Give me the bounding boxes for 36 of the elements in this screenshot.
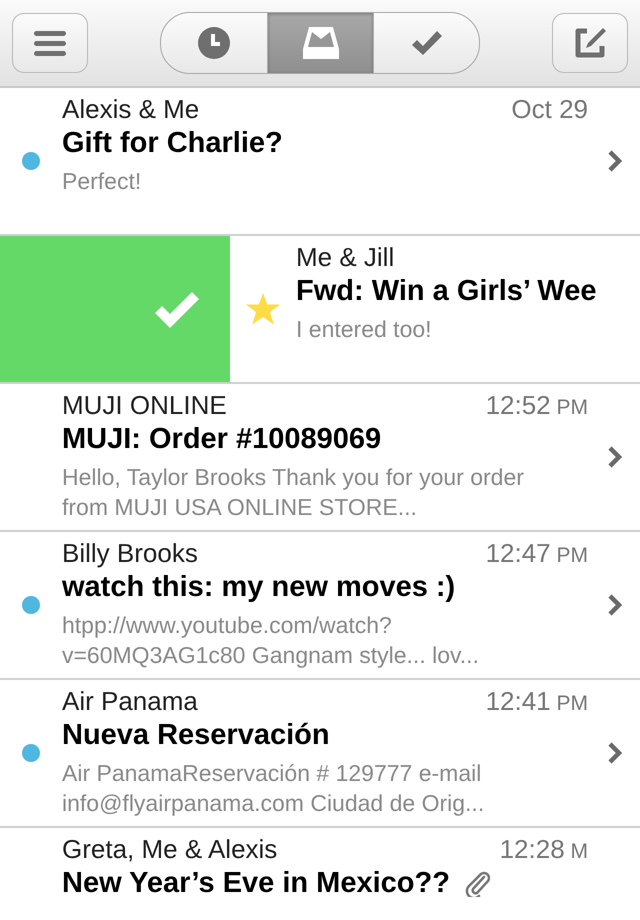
- message-time: 12:52 PM: [486, 390, 588, 421]
- message-row[interactable]: Greta, Me & Alexis 12:28 M New Year’s Eve in Mexico??: [0, 828, 640, 918]
- message-subject: Fwd: Win a Girls’ Wee: [296, 275, 597, 308]
- menu-icon: [34, 30, 66, 56]
- tab[interactable]: [267, 13, 373, 73]
- message-preview: Perfect!: [62, 167, 142, 196]
- message-preview: Hello, Taylor Brooks Thank you for your order from MUJI USA ONLINE STORE...: [62, 463, 525, 522]
- message-time: 12:28 M: [500, 834, 588, 865]
- sender-name: MUJI ONLINE: [62, 390, 227, 421]
- message-time: Oct 29: [511, 94, 588, 125]
- sender-name: Alexis & Me: [62, 94, 200, 125]
- message-time: 12:41 PM: [486, 686, 588, 717]
- message-row[interactable]: Me & Jill Fwd: Win a Girls’ Wee I entered too!: [0, 236, 640, 384]
- message-subject: Nueva Reservación: [62, 719, 330, 752]
- message-preview: Air PanamaReservación # 129777 e-mail info@flyairpanama.com Ciudad de Orig...: [62, 759, 486, 818]
- message-preview: htpp://www.youtube.com/watch?v=60MQ3AG1c80 Gangnam style... lov...: [62, 611, 480, 670]
- message-preview: I entered too!: [296, 315, 433, 344]
- message-row[interactable]: MUJI ONLINE 12:52 PM MUJI: Order #10089069 Hello, Taylor Brooks Thank you for your order from MUJI USA ONLINE STORE...: [0, 384, 640, 532]
- checkmark-icon: [410, 29, 444, 57]
- sender-name: Greta, Me & Alexis: [62, 834, 278, 865]
- inbox-tray-icon: [302, 26, 340, 60]
- message-subject: MUJI: Order #10089069: [62, 423, 382, 456]
- message-subject: Gift for Charlie?: [62, 127, 283, 160]
- sender-name: Air Panama: [62, 686, 198, 717]
- compose-icon: [573, 26, 607, 60]
- sender-name: Me & Jill: [296, 242, 394, 273]
- message-row[interactable]: Billy Brooks 12:47 PM watch this: my new moves :) htpp://www.youtube.com/watch?v=60MQ3AG1c80 Gangnam style... lov...: [0, 532, 640, 680]
- checkmark-icon: [154, 290, 200, 328]
- compose-button[interactable]: [552, 13, 628, 73]
- sender-name: Billy Brooks: [62, 538, 198, 569]
- clock-icon: [197, 26, 231, 60]
- menu-button[interactable]: [12, 13, 88, 73]
- message-row[interactable]: Air Panama 12:41 PM Nueva Reservación Air PanamaReservación # 129777 e-mail info@flyairpanama.com Ciudad de Orig...: [0, 680, 640, 828]
- message-time: 12:47 PM: [486, 538, 588, 569]
- message-subject: watch this: my new moves :): [62, 571, 456, 604]
- message-subject: New Year’s Eve in Mexico??: [62, 867, 450, 900]
